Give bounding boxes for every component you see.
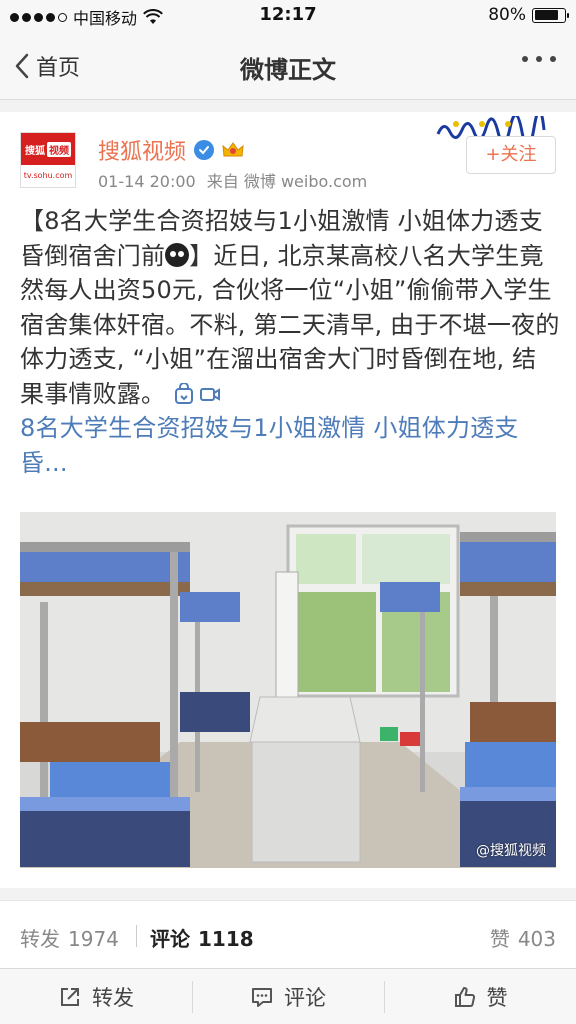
like-stat[interactable]: 赞 403 [490, 923, 556, 952]
like-button[interactable]: 赞 [384, 969, 576, 1024]
comment-button-label: 评论 [284, 986, 326, 1010]
avatar-url: tv.sohu.com [23, 171, 73, 180]
like-count: 403 [517, 927, 556, 951]
crying-face-icon [165, 242, 190, 267]
page-title: 微博正文 [240, 56, 336, 84]
repost-count: 1974 [68, 927, 119, 951]
dormitory-photo [20, 512, 556, 868]
user-row: 搜狐视频 [98, 134, 244, 166]
battery-percent: 80% [488, 5, 526, 25]
like-button-label: 赞 [486, 986, 508, 1010]
status-right: 80% [488, 5, 569, 25]
thumbs-up-icon [454, 987, 475, 1007]
post-card: 搜狐 视频 tv.sohu.com 搜狐视频 01-14 20:00 来自 微博… [0, 112, 576, 888]
battery-fill [534, 10, 558, 20]
battery-icon [532, 7, 569, 23]
avatar[interactable]: 搜狐 视频 tv.sohu.com [20, 132, 76, 188]
like-stat-label: 赞 [489, 927, 510, 951]
post-image[interactable]: @搜狐视频 [20, 512, 556, 868]
comment-stat-label: 评论 [150, 927, 190, 951]
comment-button[interactable]: 评论 [192, 969, 384, 1024]
video-link-icons[interactable] [173, 382, 221, 405]
more-dots-icon [522, 56, 528, 62]
video-link[interactable]: 8名大学生合资招妓与1小姐激情 小姐体力透支昏... [20, 414, 519, 477]
link-bag-icon [175, 382, 194, 404]
comment-icon [252, 988, 272, 1007]
repost-stat[interactable]: 转发 1974 [20, 923, 119, 952]
post-source: 来自 微博 weibo.com [206, 172, 368, 191]
crown-vip-icon [222, 142, 244, 157]
avatar-logo: 搜狐 视频 [21, 133, 75, 165]
video-camera-icon [200, 387, 221, 401]
post-body: 【8名大学生合资招妓与1小姐激情 小姐体力透支昏倒宿舍门前 】近日, 北京某高校八… [20, 204, 560, 480]
comment-stat[interactable]: 评论 1118 [150, 923, 254, 952]
repost-stat-label: 转发 [20, 927, 60, 951]
status-bar: 中国移动 12:17 80% [0, 0, 576, 32]
post-meta: 01-14 20:00 来自 微博 weibo.com [98, 168, 367, 192]
stat-divider [136, 925, 137, 947]
comment-count: 1118 [198, 927, 254, 951]
action-bar: 转发 评论 赞 [0, 968, 576, 1024]
nav-bar: 首页 微博正文 [0, 32, 576, 100]
repost-button[interactable]: 转发 [0, 969, 192, 1024]
username[interactable]: 搜狐视频 [98, 134, 186, 166]
repost-icon [61, 988, 79, 1006]
image-watermark: @搜狐视频 [476, 843, 546, 859]
stats-bar: 转发 1974 评论 1118 赞 403 [0, 900, 576, 968]
repost-button-label: 转发 [92, 986, 134, 1010]
more-options-button[interactable] [522, 56, 556, 62]
verified-badge-icon [194, 140, 215, 160]
follow-button[interactable]: +关注 [466, 136, 556, 174]
post-timestamp: 01-14 20:00 [98, 172, 196, 191]
